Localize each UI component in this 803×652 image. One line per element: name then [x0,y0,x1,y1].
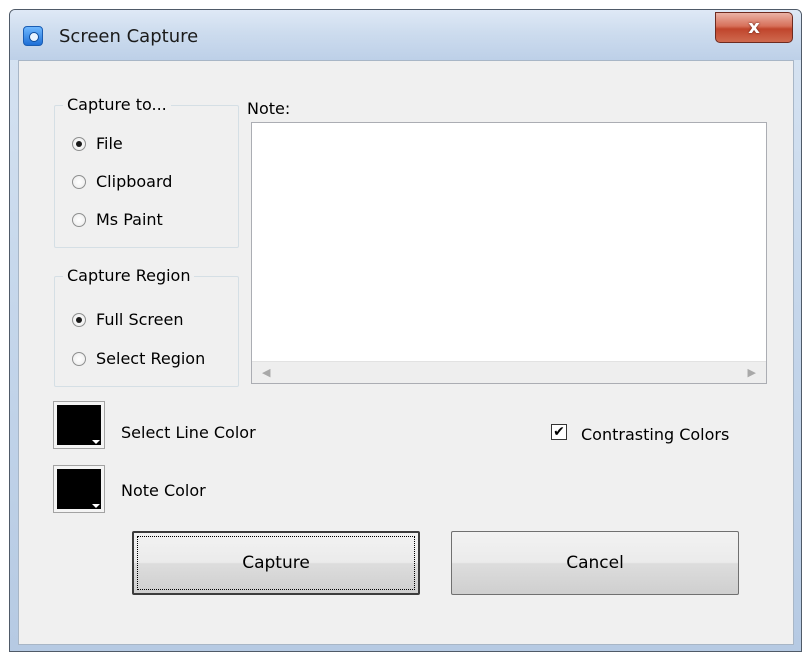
line-color-label: Select Line Color [121,423,256,442]
radio-ms-paint[interactable]: Ms Paint [72,210,163,230]
capture-to-legend: Capture to... [63,95,171,115]
capture-button[interactable]: Capture [132,531,420,595]
radio-select-region[interactable]: Select Region [72,349,205,369]
dialog-body: Capture to... File Clipboard Ms Paint Ca… [18,60,794,645]
window-title: Screen Capture [59,26,199,47]
note-label: Note: [247,99,291,118]
radio-select-region-label: Select Region [96,349,206,368]
camera-icon [23,26,43,46]
contrasting-colors-checkbox[interactable]: ✔ [551,424,567,440]
title-bar[interactable]: Screen Capture x [10,10,801,60]
contrasting-colors-label: Contrasting Colors [581,425,730,444]
radio-full-screen[interactable]: Full Screen [72,310,183,330]
radio-full-screen-label: Full Screen [96,310,184,329]
note-color-button[interactable] [53,465,105,513]
horizontal-scrollbar[interactable]: ◀ ▶ [252,361,766,383]
note-color-swatch [57,469,101,509]
close-icon: x [748,17,760,38]
capture-button-label: Capture [242,553,310,573]
radio-file[interactable]: File [72,134,123,154]
line-color-button[interactable] [53,401,105,449]
cancel-button-label: Cancel [566,553,624,573]
radio-full-screen-button[interactable] [72,313,86,327]
note-color-label: Note Color [121,481,206,500]
close-button[interactable]: x [715,12,793,43]
radio-ms-paint-label: Ms Paint [96,210,163,229]
radio-ms-paint-button[interactable] [72,213,86,227]
capture-region-group: Capture Region Full Screen Select Region [54,266,239,387]
line-color-swatch [57,405,101,445]
checkmark-icon: ✔ [553,424,565,440]
scroll-right-icon[interactable]: ▶ [748,366,756,380]
cancel-button[interactable]: Cancel [451,531,739,595]
capture-to-group: Capture to... File Clipboard Ms Paint [54,95,239,248]
screen-capture-window: Screen Capture x Capture to... File Clip… [9,9,802,652]
radio-clipboard-button[interactable] [72,175,86,189]
radio-clipboard[interactable]: Clipboard [72,172,172,192]
scroll-left-icon[interactable]: ◀ [262,366,270,380]
radio-clipboard-label: Clipboard [96,172,173,191]
capture-region-legend: Capture Region [63,266,195,286]
radio-file-button[interactable] [72,137,86,151]
note-textarea[interactable]: ◀ ▶ [251,122,767,384]
radio-file-label: File [96,134,123,153]
radio-select-region-button[interactable] [72,352,86,366]
